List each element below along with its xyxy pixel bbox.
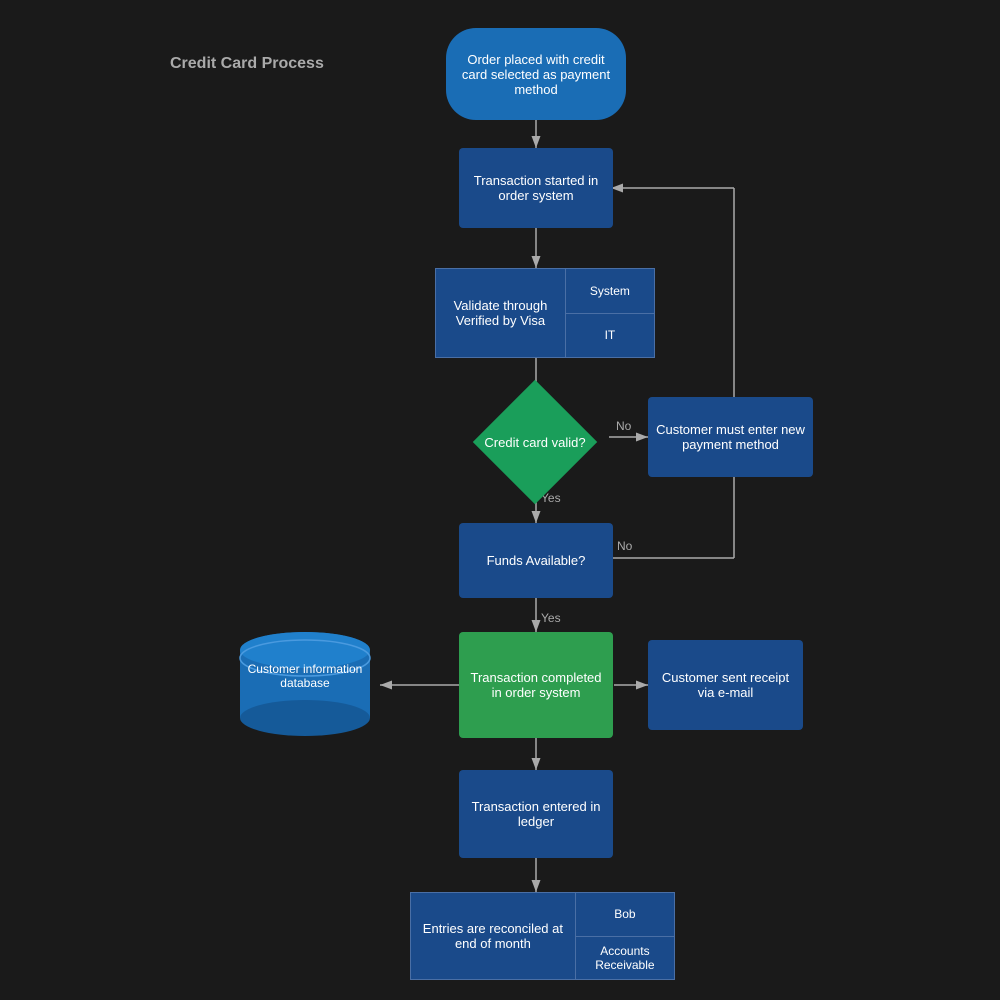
- transaction-start-node: Transaction started in order system: [459, 148, 613, 228]
- validate-node: Validate through Verified by Visa System…: [435, 268, 655, 358]
- credit-valid-label: Credit card valid?: [484, 435, 585, 450]
- customer-db-label: Customer information database: [230, 662, 380, 690]
- reconcile-lane2: Accounts Receivable: [576, 937, 674, 980]
- reconcile-node: Entries are reconciled at end of month B…: [410, 892, 675, 980]
- credit-valid-diamond: Credit card valid?: [470, 398, 600, 486]
- receipt-node: Customer sent receipt via e-mail: [648, 640, 803, 730]
- ledger-node: Transaction entered in ledger: [459, 770, 613, 858]
- customer-db-node: Customer information database: [230, 632, 380, 738]
- validate-lane2: IT: [566, 314, 654, 358]
- new-payment-node: Customer must enter new payment method: [648, 397, 813, 477]
- validate-lane1: System: [566, 269, 654, 314]
- reconcile-lane1: Bob: [576, 893, 674, 937]
- diagram-title: Credit Card Process: [170, 55, 324, 73]
- funds-available-node: Funds Available?: [459, 523, 613, 598]
- svg-text:No: No: [617, 539, 633, 553]
- start-node: Order placed with credit card selected a…: [446, 28, 626, 120]
- reconcile-label: Entries are reconciled at end of month: [411, 893, 575, 979]
- svg-text:No: No: [616, 419, 632, 433]
- transaction-complete-node: Transaction completed in order system: [459, 632, 613, 738]
- svg-text:Yes: Yes: [541, 611, 561, 625]
- validate-label: Validate through Verified by Visa: [436, 269, 565, 357]
